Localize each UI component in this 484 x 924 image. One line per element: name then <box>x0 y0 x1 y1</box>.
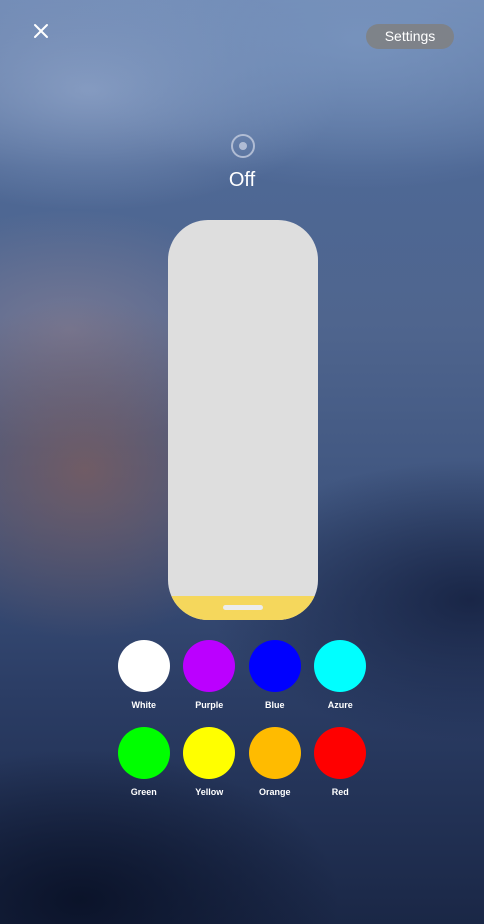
close-button[interactable] <box>28 18 54 44</box>
swatch-circle[interactable] <box>183 640 236 692</box>
power-target-icon[interactable] <box>229 132 257 160</box>
color-swatch-grid: White Purple Blue Azure Green Yellow Ora… <box>111 640 373 814</box>
swatch-yellow[interactable]: Yellow <box>177 727 243 797</box>
swatch-circle[interactable] <box>117 727 170 779</box>
swatch-label: White <box>131 700 157 710</box>
swatch-label: Purple <box>195 700 224 710</box>
swatch-circle[interactable] <box>248 727 301 779</box>
swatch-orange[interactable]: Orange <box>242 727 308 797</box>
swatch-circle[interactable] <box>248 640 301 692</box>
settings-button[interactable]: Settings <box>366 24 454 49</box>
swatch-circle[interactable] <box>183 727 236 779</box>
swatch-label: Orange <box>258 787 291 797</box>
brightness-slider[interactable] <box>168 220 318 620</box>
swatch-label: Azure <box>327 700 353 710</box>
power-status-label: Off <box>228 169 256 191</box>
swatch-green[interactable]: Green <box>111 727 177 797</box>
swatch-red[interactable]: Red <box>308 727 374 797</box>
swatch-azure[interactable]: Azure <box>308 640 374 710</box>
swatch-label: Yellow <box>195 787 224 797</box>
swatch-circle[interactable] <box>117 640 170 692</box>
swatch-circle[interactable] <box>314 727 367 779</box>
close-icon <box>34 24 48 38</box>
swatch-blue[interactable]: Blue <box>242 640 308 710</box>
swatch-white[interactable]: White <box>111 640 177 710</box>
swatch-label: Red <box>331 787 349 797</box>
swatch-circle[interactable] <box>314 640 367 692</box>
swatch-row-1: White Purple Blue Azure <box>111 640 373 710</box>
swatch-label: Green <box>130 787 157 797</box>
swatch-purple[interactable]: Purple <box>177 640 243 710</box>
swatch-label: Blue <box>264 700 285 710</box>
slider-handle[interactable] <box>223 605 263 610</box>
swatch-row-2: Green Yellow Orange Red <box>111 727 373 797</box>
